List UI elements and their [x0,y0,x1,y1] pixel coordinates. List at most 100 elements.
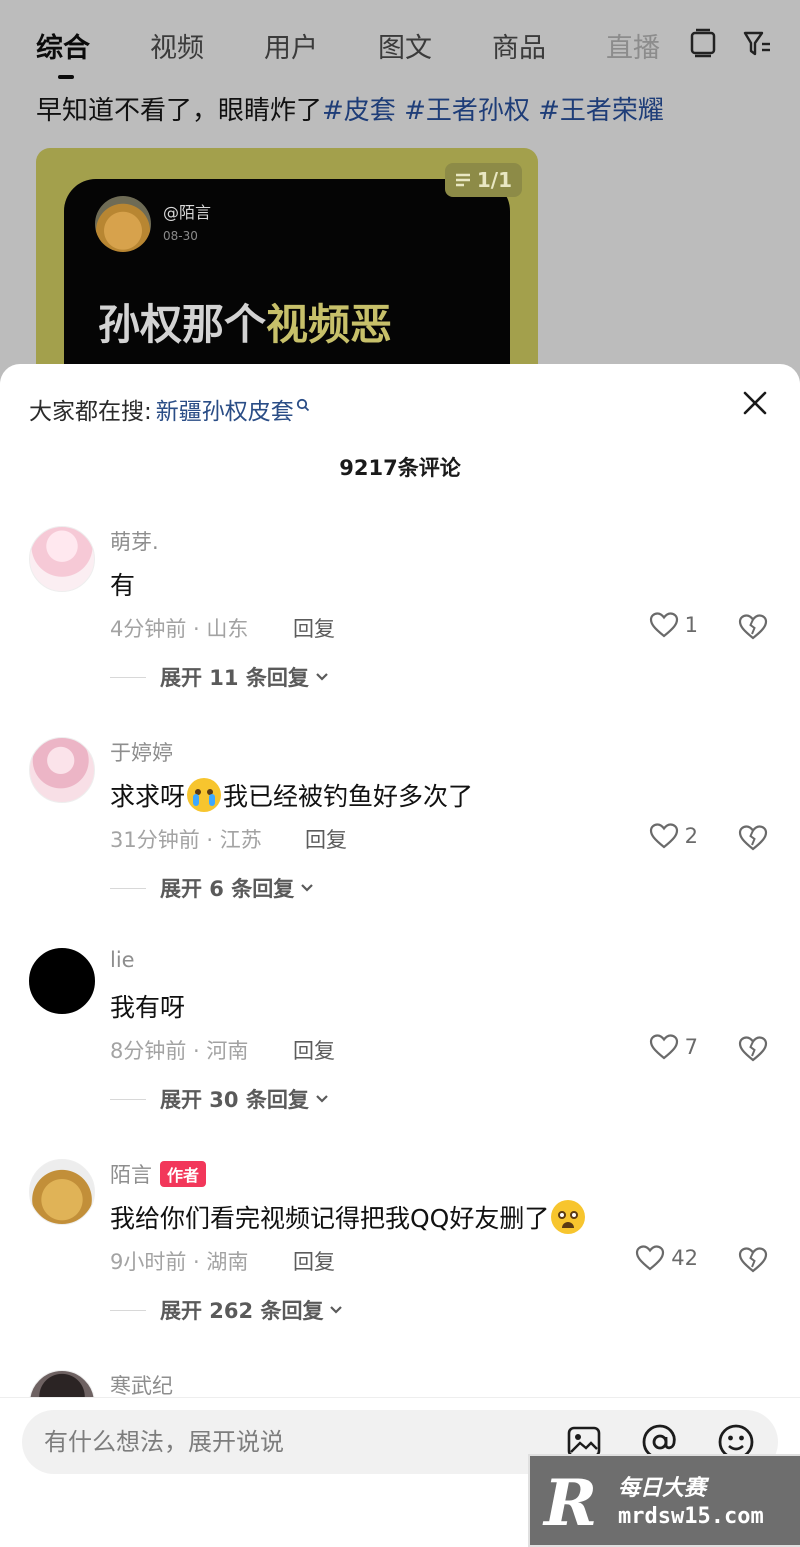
crying-emoji [187,778,222,812]
image-counter: 1/1 [444,163,522,197]
chevron-down-icon [330,1306,343,1314]
pleading-emoji [551,1200,586,1234]
watermark-logo: R [544,1466,598,1541]
comment-text[interactable]: 我有呀 [110,988,185,1024]
stack-icon[interactable] [686,26,720,60]
tab-users[interactable]: 用户 [264,26,318,65]
comment-text[interactable]: 求求呀 我已经被钓鱼好多次了 [110,777,473,813]
post-title[interactable]: 早知道不看了，眼睛炸了#皮套 #王者孙权 #王者荣耀 [36,90,664,127]
reply-button[interactable]: 回复 [293,613,335,643]
tab-products[interactable]: 商品 [492,26,546,65]
expand-replies[interactable]: 展开 11 条回复 [110,662,329,692]
hashtag[interactable]: #皮套 [322,96,396,126]
broken-heart-icon [738,614,768,640]
tab-actions [686,26,774,60]
close-button[interactable] [738,386,772,420]
comment-text-content: 我给你们看完视频记得把我QQ好友删了 [110,1204,550,1233]
dislike-button[interactable] [736,611,770,643]
reply-button[interactable]: 回复 [305,824,347,854]
dislike-button[interactable] [736,1033,770,1065]
watermark-title: 每日大赛 [618,1476,707,1501]
comment-username-text: lie [110,948,135,972]
comment-meta: 9小时前 · 湖南 [110,1250,249,1274]
avatar[interactable] [29,948,95,1014]
comment-username[interactable]: lie [110,948,135,972]
dislike-button[interactable] [736,1244,770,1276]
chevron-down-icon [316,1095,328,1103]
comment-meta: 8分钟前 · 河南 [110,1039,249,1063]
hashtag[interactable]: #王者荣耀 [538,96,664,126]
comment-username-text: 寒武纪 [110,1374,173,1398]
card-username: @陌言 [163,203,212,222]
divider [110,1309,146,1311]
expand-replies[interactable]: 展开 262 条回复 [110,1295,343,1325]
like-count: 1 [684,613,698,637]
comment-text[interactable]: 有 [110,566,135,602]
comment-username-text: 陌言 [110,1163,152,1187]
chevron-down-icon [301,884,314,892]
divider [110,887,146,889]
search-tabs: 综合 视频 用户 图文 商品 直播 [36,22,720,79]
close-icon [743,391,767,415]
comment-text-content: 有 [110,571,136,600]
comment-text-after: 我已经被钓鱼好多次了 [223,782,474,811]
reply-button[interactable]: 回复 [293,1035,335,1065]
tab-image-text[interactable]: 图文 [378,26,432,65]
avatar [95,196,151,252]
comment-meta: 4分钟前 · 山东 [110,617,249,641]
divider [110,1098,146,1100]
like-count: 7 [684,1035,698,1059]
comment-item: lie 我有呀 8分钟前 · 河南 回复 7 展开 30 条回复 [0,948,800,1159]
hashtag[interactable]: #王者孙权 [404,96,530,126]
comment-text-content: 我有呀 [110,993,186,1022]
tab-live[interactable]: 直播 [606,26,660,65]
search-suggestion-keyword[interactable]: 新疆孙权皮套 [156,392,294,426]
comment-username[interactable]: 于婷婷 [110,737,173,767]
tab-video[interactable]: 视频 [150,26,204,65]
post-title-text: 早知道不看了，眼睛炸了 [36,96,323,126]
comment-username[interactable]: 寒武纪 [110,1370,173,1400]
comment-username-text: 于婷婷 [110,741,173,765]
like-button[interactable]: 7 [649,1033,698,1061]
broken-heart-icon [738,1036,768,1062]
image-counter-text: 1/1 [476,168,512,192]
comment-text[interactable]: 我给你们看完视频记得把我QQ好友删了 [110,1199,587,1235]
search-suggestion[interactable]: 大家都在搜: 新疆孙权皮套 [29,392,310,426]
dislike-button[interactable] [736,822,770,854]
tab-comprehensive[interactable]: 综合 [36,26,90,79]
broken-heart-icon [738,1247,768,1273]
comment-text-before: 求求呀 [110,782,186,811]
comment-item: 陌言 作者 我给你们看完视频记得把我QQ好友删了 9小时前 · 湖南 回复 42… [0,1159,800,1370]
expand-replies-label: 展开 11 条回复 [160,666,309,690]
like-button[interactable]: 42 [635,1244,698,1272]
like-button[interactable]: 2 [649,822,698,850]
expand-replies[interactable]: 展开 6 条回复 [110,873,314,903]
comment-username[interactable]: 萌芽. [110,526,159,556]
expand-replies-label: 展开 6 条回复 [160,877,295,901]
author-badge: 作者 [160,1161,207,1187]
card-date: 08-30 [163,229,198,243]
expand-replies[interactable]: 展开 30 条回复 [110,1084,329,1114]
list-icon [455,173,470,187]
broken-heart-icon [738,825,768,851]
card-headline-highlight: 视频恶 [266,300,393,349]
card-headline-plain: 孙权那个 [98,300,267,349]
search-icon [296,398,309,412]
comment-sheet: 大家都在搜: 新疆孙权皮套 9217条评论 萌芽. 有 4分钟前 · 山东 回复… [0,364,800,1547]
reply-button[interactable]: 回复 [293,1246,335,1276]
like-count: 42 [671,1246,698,1270]
avatar[interactable] [29,1159,95,1225]
avatar[interactable] [29,526,95,592]
comment-count: 9217条评论 [339,456,461,480]
comment-username-text: 萌芽. [110,530,159,554]
like-button[interactable]: 1 [649,611,698,639]
comment-input[interactable] [44,1410,524,1474]
filter-icon[interactable] [740,26,774,60]
comment-item: 于婷婷 求求呀 我已经被钓鱼好多次了 31分钟前 · 江苏 回复 2 展开 6 … [0,737,800,948]
comment-username[interactable]: 陌言 作者 [110,1159,207,1189]
avatar[interactable] [29,737,95,803]
post-card[interactable]: @陌言 08-30 孙权那个视频恶 1/1 [36,148,538,388]
heart-icon [649,1034,678,1060]
chevron-down-icon [316,673,328,681]
search-suggestion-prefix: 大家都在搜: [29,399,152,425]
